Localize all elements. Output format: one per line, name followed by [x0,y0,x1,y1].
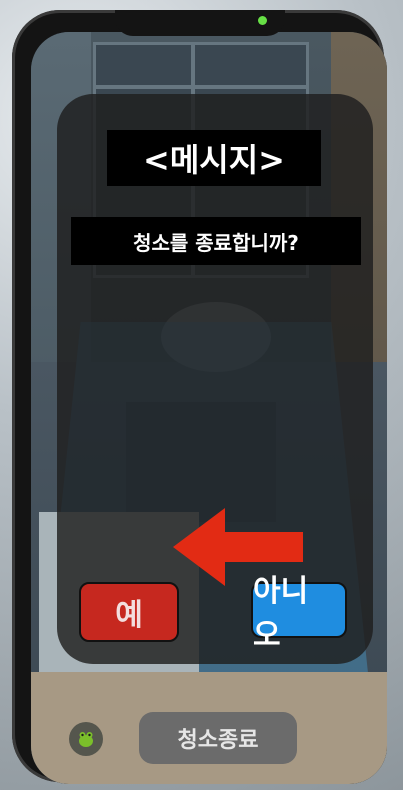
frog-icon[interactable] [69,722,103,756]
phone-frame: <메시지> 청소를 종료합니까? 예 아니오 청소종료 [12,10,387,784]
dialog-title: <메시지> [107,130,321,186]
arrow-left-icon [173,508,303,586]
yes-button[interactable]: 예 [79,582,179,642]
end-cleaning-button[interactable]: 청소종료 [139,712,297,764]
status-dot [258,16,267,25]
game-screen: <메시지> 청소를 종료합니까? 예 아니오 청소종료 [31,32,387,784]
no-button[interactable]: 아니오 [251,574,347,653]
dialog-message: 청소를 종료합니까? [71,217,361,265]
